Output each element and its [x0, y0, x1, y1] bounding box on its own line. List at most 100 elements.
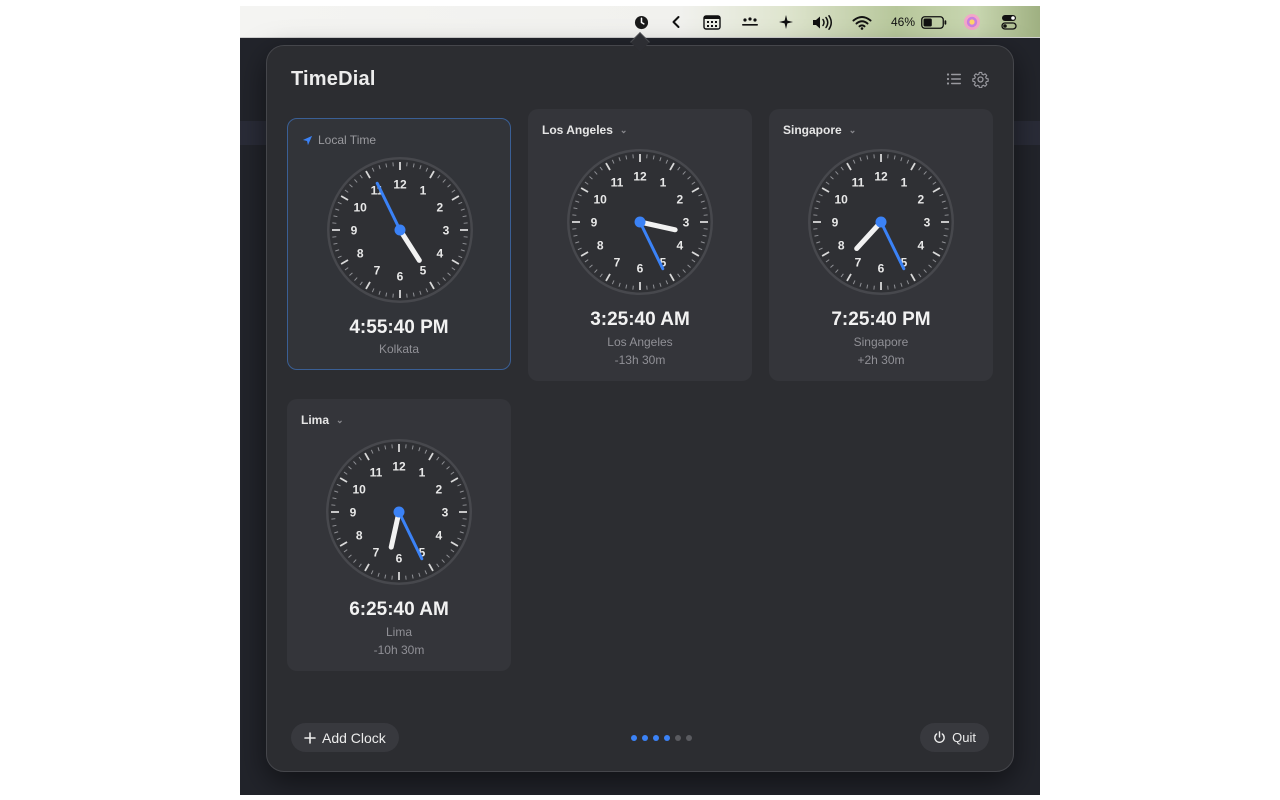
- clock-center-cap: [394, 224, 406, 236]
- utc-offset: -10h 30m: [373, 643, 425, 657]
- page-dot[interactable]: [664, 735, 670, 741]
- clock-card-local[interactable]: Local Time 1 2 3 4 5 6 7 8 9 10 11 12 4:55:40 PM Ko…: [287, 118, 511, 370]
- page-dot[interactable]: [642, 735, 648, 741]
- clock-numeral: 6: [637, 262, 644, 276]
- clock-numeral: 12: [392, 460, 406, 474]
- city-name: Lima: [385, 625, 412, 639]
- analog-clock: 1234567891011 12: [808, 149, 954, 295]
- clock-numeral: 6: [878, 262, 885, 276]
- clock-numeral: 9: [591, 216, 598, 230]
- clock-card-los-angeles[interactable]: Los Angeles ⌄ 1 2 3 4 5 6 7 8 9 10 11 12 3:25:40 AM…: [528, 109, 752, 381]
- clock-card-lima[interactable]: Lima ⌄ 1 2 3 4 5 6 7 8 9 10 11 12 6:25:40 AM Lima -…: [287, 399, 511, 671]
- clock-numeral: 3: [443, 224, 450, 238]
- sparkle-icon[interactable]: [775, 6, 797, 38]
- page-dot[interactable]: [686, 735, 692, 741]
- clock-numeral: 12: [393, 178, 407, 192]
- power-icon: [934, 731, 945, 743]
- clock-center-cap: [634, 216, 646, 228]
- clock-numeral: 10: [593, 193, 607, 207]
- clock-numeral: 4: [917, 239, 924, 253]
- page-dot[interactable]: [653, 735, 659, 741]
- clock-numeral: 1: [419, 466, 426, 480]
- digital-time: 4:55:40 PM: [349, 317, 449, 338]
- page-dot[interactable]: [631, 735, 637, 741]
- clock-numeral: 6: [397, 270, 404, 284]
- app-title: TimeDial: [291, 68, 376, 90]
- chevron-down-icon: ⌄: [336, 414, 344, 425]
- clock-numeral: 1: [660, 176, 667, 190]
- digital-time: 3:25:40 AM: [590, 309, 690, 330]
- gear-icon[interactable]: [970, 69, 990, 89]
- add-clock-label: Add Clock: [322, 729, 386, 746]
- clock-card-singapore[interactable]: Singapore ⌄ 1 2 3 4 5 6 7 8 9 10 11 12 7:25:40 PM S…: [769, 109, 993, 381]
- clock-numeral: 1: [901, 176, 908, 190]
- clock-numeral: 5: [420, 263, 427, 277]
- chevron-down-icon: ⌄: [848, 124, 857, 135]
- analog-clock: 1234567891011 12: [567, 149, 713, 295]
- clock-numeral: 6: [396, 552, 403, 566]
- page-dot[interactable]: [675, 735, 681, 741]
- clock-numeral: 10: [353, 201, 367, 215]
- clock-numeral: 9: [351, 224, 358, 238]
- clock-numeral: 7: [373, 545, 380, 559]
- page-indicator[interactable]: [631, 735, 692, 741]
- clock-numeral: 12: [633, 170, 647, 184]
- timedial-popover: TimeDial Local Time 1 2 3 4 5 6 7 8 9 10 11 12 4:55…: [266, 45, 1014, 772]
- clock-numeral: 11: [611, 176, 624, 190]
- color-wheel-icon[interactable]: [960, 6, 984, 38]
- digital-time: 7:25:40 PM: [831, 309, 931, 330]
- clock-numeral: 12: [874, 170, 888, 184]
- clock-numeral: 8: [356, 529, 363, 543]
- list-icon[interactable]: [944, 69, 964, 89]
- utc-offset: -13h 30m: [614, 353, 666, 367]
- chevron-left-icon[interactable]: [666, 6, 686, 38]
- city-name: Kolkata: [378, 342, 420, 356]
- wifi-icon[interactable]: [850, 6, 874, 38]
- digital-time: 6:25:40 AM: [349, 599, 449, 620]
- clock-numeral: 2: [676, 193, 683, 207]
- clock-numeral: 7: [855, 255, 862, 269]
- analog-clock: 1234567891011 12: [326, 439, 472, 585]
- clock-card-header[interactable]: Singapore ⌄: [783, 123, 856, 137]
- quit-label: Quit: [952, 730, 976, 745]
- clock-card-header: Local Time: [302, 133, 376, 147]
- quit-button[interactable]: Quit: [920, 723, 989, 752]
- crowd-icon[interactable]: [738, 6, 762, 38]
- clock-numeral: 3: [442, 506, 449, 520]
- clock-card-label: Los Angeles: [542, 123, 613, 137]
- clock-card-header[interactable]: Los Angeles ⌄: [542, 123, 627, 137]
- add-clock-button[interactable]: Add Clock: [291, 723, 399, 752]
- volume-icon[interactable]: [810, 6, 834, 38]
- clock-numeral: 4: [436, 247, 443, 261]
- calendar-icon[interactable]: [701, 6, 723, 38]
- clock-card-label: Singapore: [783, 123, 842, 137]
- analog-clock: 1234567891011 12: [327, 157, 473, 303]
- clock-numeral: 4: [676, 239, 683, 253]
- clock-center-cap: [875, 216, 887, 228]
- clock-numeral: 8: [597, 239, 604, 253]
- plus-icon: [304, 731, 316, 744]
- clock-numeral: 1: [420, 184, 427, 198]
- location-arrow-icon: [302, 135, 313, 145]
- clock-card-label: Lima: [301, 413, 330, 427]
- utc-offset: +2h 30m: [857, 353, 905, 367]
- clock-card-header[interactable]: Lima ⌄: [301, 413, 344, 427]
- clock-center-cap: [393, 506, 405, 518]
- chevron-down-icon: ⌄: [619, 124, 628, 135]
- clock-numeral: 8: [838, 239, 845, 253]
- city-name: Los Angeles: [607, 335, 673, 349]
- clock-numeral: 3: [683, 216, 690, 230]
- clock-numeral: 3: [924, 216, 931, 230]
- control-center-icon[interactable]: [998, 6, 1020, 38]
- battery-percent: 46%: [890, 15, 916, 29]
- clock-numeral: 10: [834, 193, 848, 207]
- clock-numeral: 2: [436, 201, 443, 215]
- clock-numeral: 10: [352, 483, 366, 497]
- battery-icon[interactable]: [920, 6, 948, 38]
- clock-numeral: 11: [370, 466, 383, 480]
- city-name: Singapore: [853, 335, 909, 349]
- clock-numeral: 7: [614, 255, 621, 269]
- clock-numeral: 11: [852, 176, 865, 190]
- clock-numeral: 8: [357, 247, 364, 261]
- clock-numeral: 9: [350, 506, 357, 520]
